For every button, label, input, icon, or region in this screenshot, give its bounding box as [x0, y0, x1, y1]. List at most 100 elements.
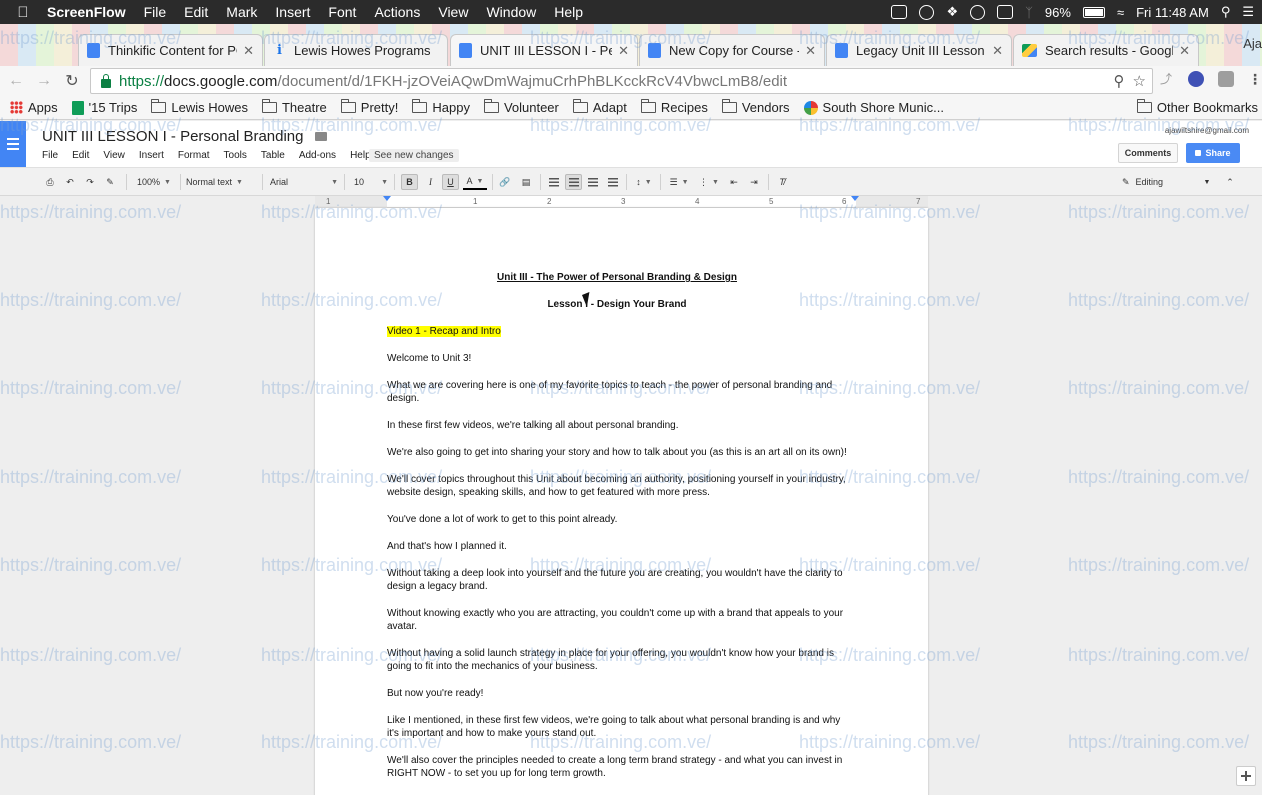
airplay-icon[interactable]	[997, 5, 1014, 19]
close-icon[interactable]: ✕	[618, 43, 629, 59]
account-email[interactable]: ajawiltshire@gmail.com	[1165, 126, 1249, 135]
comment-icon[interactable]: ▤	[518, 174, 534, 190]
close-icon[interactable]: ✕	[992, 43, 1003, 59]
extension-icon[interactable]	[1218, 71, 1234, 87]
paragraph[interactable]: Without knowing exactly who you are attr…	[387, 607, 847, 633]
tab-search-results[interactable]: Search results - Googl ✕	[1013, 34, 1199, 66]
extension-icon[interactable]: ⤴	[1158, 71, 1174, 87]
paragraph[interactable]: And that's how I planned it.	[387, 540, 847, 553]
docs-home-icon[interactable]	[0, 121, 26, 167]
other-bookmarks[interactable]: Other Bookmarks	[1136, 99, 1258, 115]
undo-icon[interactable]: ↶	[62, 174, 78, 190]
secure-lock-icon[interactable]	[101, 73, 111, 88]
document-canvas[interactable]: 1 1 2 3 4 5 6 7 Unit III - The Power of …	[0, 196, 1262, 795]
comments-button[interactable]: Comments	[1118, 143, 1178, 163]
bold-button[interactable]: B	[401, 174, 418, 190]
redo-icon[interactable]: ↷	[82, 174, 98, 190]
menu-insert[interactable]: Insert	[266, 4, 319, 20]
move-to-folder-icon[interactable]	[315, 132, 327, 141]
bulleted-list-icon[interactable]: ⋮ ▼	[696, 174, 722, 190]
bluetooth-icon[interactable]: ᛉ	[1025, 5, 1033, 20]
dropbox-icon[interactable]: ❖	[946, 4, 958, 20]
docs-menu-insert[interactable]: Insert	[139, 150, 164, 161]
battery-icon[interactable]	[1082, 6, 1105, 18]
bookmark-vendors[interactable]: Vendors	[721, 99, 790, 115]
bookmark-lewis-howes[interactable]: Lewis Howes	[151, 99, 248, 115]
profile-name[interactable]: Aja	[1243, 36, 1262, 51]
font-select[interactable]: Arial ▼	[270, 174, 338, 190]
back-icon[interactable]: ←	[2, 72, 30, 90]
share-button[interactable]: Share	[1186, 143, 1240, 163]
paragraph[interactable]: We're also going to get into sharing you…	[387, 446, 847, 459]
spotlight-search-icon[interactable]: ⚲	[1221, 4, 1231, 20]
italic-button[interactable]: I	[422, 174, 439, 190]
clock[interactable]: Fri 11:48 AM	[1136, 5, 1209, 20]
document-subheading[interactable]: Lesson I - Design Your Brand	[387, 298, 847, 325]
menu-view[interactable]: View	[429, 4, 477, 20]
zoom-search-icon[interactable]: ⚲	[1114, 72, 1125, 90]
numbered-list-icon[interactable]: ☰ ▼	[666, 174, 692, 190]
paragraph[interactable]: We'll also cover the principles needed t…	[387, 754, 847, 780]
close-icon[interactable]: ✕	[1179, 43, 1190, 59]
style-select[interactable]: Normal text ▼	[186, 174, 256, 190]
explore-button[interactable]	[1236, 766, 1256, 786]
horizontal-ruler[interactable]: 1 1 2 3 4 5 6 7	[315, 196, 928, 208]
close-icon[interactable]: ✕	[243, 43, 254, 59]
document-title[interactable]: UNIT III LESSON I - Personal Branding	[42, 128, 304, 145]
bookmark-happy[interactable]: Happy	[412, 99, 470, 115]
menu-edit[interactable]: Edit	[175, 4, 217, 20]
bookmark-recipes[interactable]: Recipes	[640, 99, 708, 115]
paragraph[interactable]: But now you're ready!	[387, 687, 847, 700]
docs-menu-help[interactable]: Help	[350, 150, 371, 161]
line-spacing-icon[interactable]: ↕ ▼	[632, 174, 656, 190]
reload-icon[interactable]: ↻	[58, 71, 86, 91]
tab-lewis-howes[interactable]: i Lewis Howes Programs	[264, 34, 448, 66]
menu-help[interactable]: Help	[545, 4, 592, 20]
paragraph[interactable]: You've done a lot of work to get to this…	[387, 513, 847, 526]
bookmark-volunteer[interactable]: Volunteer	[483, 99, 559, 115]
menu-font[interactable]: Font	[319, 4, 365, 20]
screenflow-record-icon[interactable]	[891, 5, 908, 19]
close-icon[interactable]: ✕	[805, 43, 816, 59]
font-size-select[interactable]: 10 ▼	[354, 174, 388, 190]
forward-icon[interactable]: →	[30, 72, 58, 90]
menu-window[interactable]: Window	[477, 4, 545, 20]
indent-marker-icon[interactable]	[383, 196, 391, 201]
notification-center-icon[interactable]: ☰	[1242, 4, 1254, 20]
menu-mark[interactable]: Mark	[217, 4, 266, 20]
document-page[interactable]: Unit III - The Power of Personal Brandin…	[315, 208, 928, 795]
bookmark-theatre[interactable]: Theatre	[261, 99, 327, 115]
align-right-icon[interactable]	[585, 174, 601, 190]
bookmark-adapt[interactable]: Adapt	[572, 99, 627, 115]
collapse-menus-icon[interactable]: ⌃	[1222, 174, 1238, 190]
bookmark-15-trips[interactable]: '15 Trips	[71, 100, 137, 115]
apple-icon[interactable]: 	[8, 4, 38, 21]
docs-menu-addons[interactable]: Add-ons	[299, 150, 336, 161]
bookmark-pretty[interactable]: Pretty!	[340, 99, 398, 115]
paragraph[interactable]: What we are covering here is one of my f…	[387, 379, 847, 405]
sync-icon[interactable]	[970, 4, 986, 20]
print-icon[interactable]: ⎙	[42, 174, 58, 190]
paragraph[interactable]: Welcome to Unit 3!	[387, 352, 847, 365]
paragraph[interactable]: Without having a solid launch strategy i…	[387, 647, 847, 673]
wifi-icon[interactable]: ≈	[1117, 5, 1124, 20]
right-indent-marker-icon[interactable]	[851, 196, 859, 201]
paint-format-icon[interactable]: ✎	[102, 174, 118, 190]
docs-menu-edit[interactable]: Edit	[72, 150, 89, 161]
increase-indent-icon[interactable]: ⇥	[746, 174, 762, 190]
bookmark-star-icon[interactable]: ☆	[1133, 72, 1146, 90]
link-icon[interactable]: 🔗	[497, 174, 513, 190]
text-color-button[interactable]: A ▼	[463, 174, 487, 190]
tab-unit-iii-lesson[interactable]: UNIT III LESSON I - Per ✕	[450, 34, 638, 66]
zoom-select[interactable]: 100% ▼	[134, 174, 174, 190]
paragraph[interactable]: Like I mentioned, in these first few vid…	[387, 714, 847, 740]
paragraph[interactable]: Without taking a deep look into yourself…	[387, 567, 847, 593]
docs-menu-table[interactable]: Table	[261, 150, 285, 161]
tab-thinkific[interactable]: Thinkific Content for PC ✕	[78, 34, 263, 66]
docs-menu-format[interactable]: Format	[178, 150, 210, 161]
align-center-icon[interactable]	[565, 174, 582, 190]
align-left-icon[interactable]	[546, 174, 562, 190]
clear-formatting-icon[interactable]: T̸	[774, 174, 790, 190]
decrease-indent-icon[interactable]: ⇤	[726, 174, 742, 190]
chrome-menu-icon[interactable]: ⋮	[1248, 71, 1262, 87]
